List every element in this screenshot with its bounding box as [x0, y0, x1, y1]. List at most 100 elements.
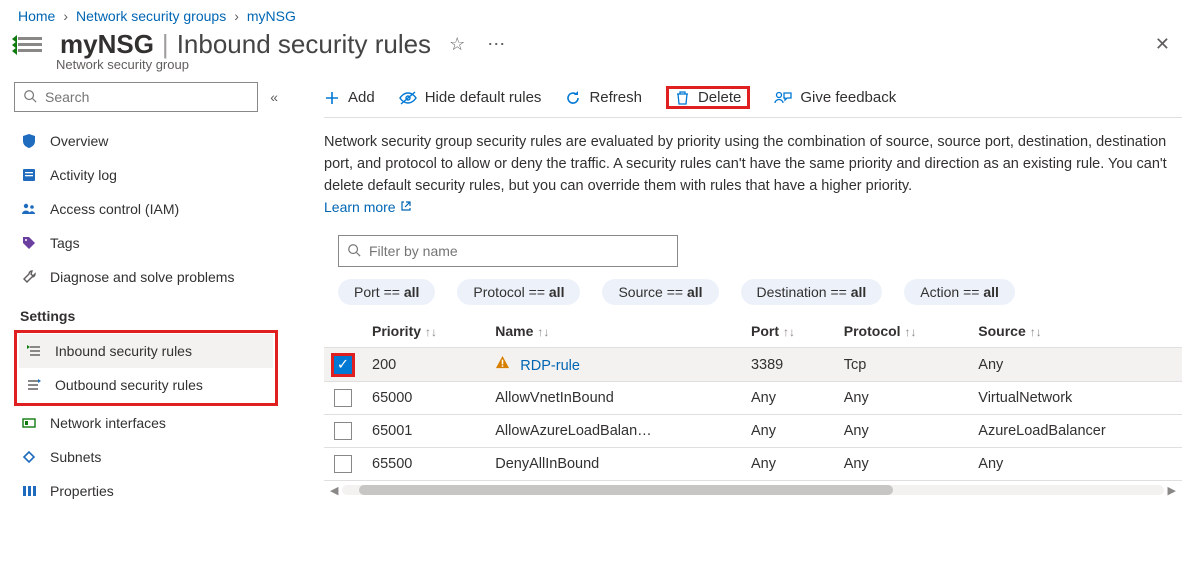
filter-box[interactable]: [338, 235, 678, 267]
breadcrumb-nsg-list[interactable]: Network security groups: [76, 8, 226, 24]
cell-priority: 65001: [362, 415, 485, 448]
sidebar-item-label: Inbound security rules: [55, 343, 192, 359]
pill-source[interactable]: Source == all: [602, 279, 718, 305]
row-checkbox[interactable]: [334, 422, 352, 440]
cell-source: Any: [968, 448, 1182, 481]
plus-icon: [324, 90, 340, 106]
subnet-icon: [20, 449, 38, 465]
col-port[interactable]: Port↑↓: [741, 315, 834, 348]
outbound-rules-icon: [25, 377, 43, 393]
hide-default-rules-button[interactable]: Hide default rules: [399, 89, 542, 106]
sidebar-item-label: Tags: [50, 235, 80, 251]
col-priority[interactable]: Priority↑↓: [362, 315, 485, 348]
more-menu-icon[interactable]: ⋯: [483, 30, 509, 59]
sort-icon: ↑↓: [425, 325, 437, 339]
nic-icon: [20, 415, 38, 431]
toolbar: Add Hide default rules Refresh Delete: [324, 82, 1182, 118]
collapse-sidebar-icon[interactable]: «: [270, 89, 278, 105]
pill-action[interactable]: Action == all: [904, 279, 1015, 305]
sidebar-item-outbound-rules[interactable]: Outbound security rules: [19, 368, 273, 402]
breadcrumb: Home › Network security groups › myNSG: [0, 0, 1200, 26]
cell-port: Any: [741, 415, 834, 448]
row-checkbox[interactable]: [334, 455, 352, 473]
sidebar-item-properties[interactable]: Properties: [14, 474, 278, 508]
cell-name[interactable]: AllowAzureLoadBalan…: [485, 415, 741, 448]
pill-protocol[interactable]: Protocol == all: [457, 279, 580, 305]
eye-off-icon: [399, 90, 417, 106]
scroll-left-icon[interactable]: ◀: [326, 484, 342, 497]
external-link-icon: [400, 199, 412, 215]
col-protocol[interactable]: Protocol↑↓: [834, 315, 969, 348]
breadcrumb-current[interactable]: myNSG: [247, 8, 296, 24]
sidebar-section-settings: Settings: [14, 294, 278, 330]
sidebar-item-label: Subnets: [50, 449, 101, 465]
chevron-right-icon: ›: [63, 8, 68, 24]
sidebar-item-label: Diagnose and solve problems: [50, 269, 234, 285]
warning-icon: [495, 358, 514, 374]
cell-port: 3389: [741, 348, 834, 382]
sort-icon: ↑↓: [905, 325, 917, 339]
delete-button[interactable]: Delete: [666, 86, 750, 109]
horizontal-scrollbar[interactable]: ◀ ▶: [324, 483, 1182, 497]
cell-priority: 65500: [362, 448, 485, 481]
filter-input[interactable]: [367, 242, 669, 260]
sidebar-item-label: Overview: [50, 133, 108, 149]
feedback-icon: [774, 90, 792, 106]
chevron-right-icon: ›: [234, 8, 239, 24]
refresh-icon: [565, 90, 581, 106]
sidebar-item-label: Activity log: [50, 167, 117, 183]
sidebar-item-label: Properties: [50, 483, 114, 499]
sidebar-item-network-interfaces[interactable]: Network interfaces: [14, 406, 278, 440]
sidebar-item-subnets[interactable]: Subnets: [14, 440, 278, 474]
sidebar-item-overview[interactable]: Overview: [14, 124, 278, 158]
learn-more-link[interactable]: Learn more: [324, 199, 412, 215]
sidebar-item-inbound-rules[interactable]: Inbound security rules: [19, 334, 273, 368]
cell-protocol: Any: [834, 415, 969, 448]
close-icon[interactable]: ✕: [1143, 28, 1182, 61]
tag-icon: [20, 235, 38, 251]
cell-protocol: Any: [834, 448, 969, 481]
rules-table-wrap: Priority↑↓ Name↑↓ Port↑↓ Protocol↑↓ Sour…: [324, 315, 1182, 497]
cell-port: Any: [741, 382, 834, 415]
row-checkbox[interactable]: ✓: [334, 356, 352, 374]
cell-name[interactable]: AllowVnetInBound: [485, 382, 741, 415]
description-text: Network security group security rules ar…: [324, 132, 1182, 197]
col-source[interactable]: Source↑↓: [968, 315, 1182, 348]
table-row[interactable]: ✓ 200 RDP-rule 3389 Tcp Any: [324, 348, 1182, 382]
search-icon: [23, 89, 37, 106]
add-button[interactable]: Add: [324, 89, 375, 106]
sidebar-search[interactable]: [14, 82, 258, 112]
cell-source: VirtualNetwork: [968, 382, 1182, 415]
cell-port: Any: [741, 448, 834, 481]
page-title: myNSG | Inbound security rules: [60, 29, 431, 60]
sidebar-item-label: Network interfaces: [50, 415, 166, 431]
refresh-button[interactable]: Refresh: [565, 89, 642, 106]
scroll-right-icon[interactable]: ▶: [1164, 484, 1180, 497]
row-checkbox[interactable]: [334, 389, 352, 407]
table-row[interactable]: 65500 DenyAllInBound Any Any Any: [324, 448, 1182, 481]
filter-pills: Port == all Protocol == all Source == al…: [324, 279, 1182, 305]
sidebar-item-diagnose[interactable]: Diagnose and solve problems: [14, 260, 278, 294]
cell-name[interactable]: DenyAllInBound: [485, 448, 741, 481]
sidebar-item-iam[interactable]: Access control (IAM): [14, 192, 278, 226]
log-icon: [20, 167, 38, 183]
search-icon: [347, 243, 361, 260]
sidebar-item-label: Outbound security rules: [55, 377, 203, 393]
cell-source: AzureLoadBalancer: [968, 415, 1182, 448]
favorite-star-icon[interactable]: ☆: [445, 30, 469, 59]
sidebar-item-tags[interactable]: Tags: [14, 226, 278, 260]
cell-priority: 65000: [362, 382, 485, 415]
breadcrumb-home[interactable]: Home: [18, 8, 55, 24]
give-feedback-button[interactable]: Give feedback: [774, 89, 896, 106]
pill-destination[interactable]: Destination == all: [741, 279, 883, 305]
nsg-rules-icon: [18, 33, 42, 57]
col-name[interactable]: Name↑↓: [485, 315, 741, 348]
cell-name[interactable]: RDP-rule: [485, 348, 741, 382]
people-icon: [20, 201, 38, 217]
table-row[interactable]: 65000 AllowVnetInBound Any Any VirtualNe…: [324, 382, 1182, 415]
sidebar-item-activity-log[interactable]: Activity log: [14, 158, 278, 192]
pill-port[interactable]: Port == all: [338, 279, 435, 305]
search-input[interactable]: [43, 88, 249, 106]
properties-icon: [20, 483, 38, 499]
table-row[interactable]: 65001 AllowAzureLoadBalan… Any Any Azure…: [324, 415, 1182, 448]
